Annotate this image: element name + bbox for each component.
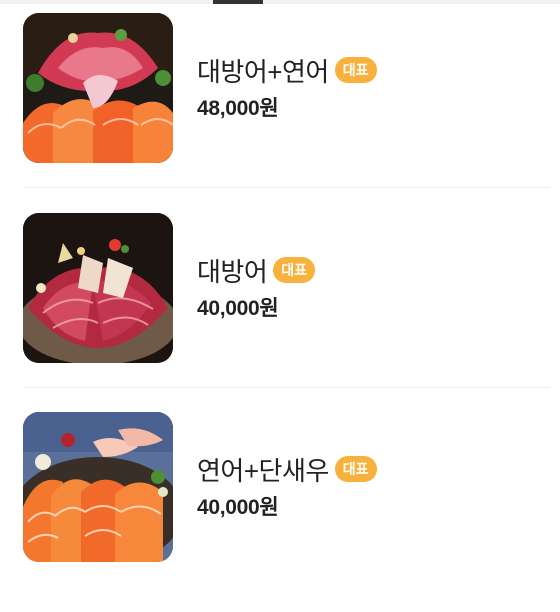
menu-item[interactable]: 연어+단새우 대표 40,000원 xyxy=(0,412,560,612)
menu-item-info: 대방어+연어 대표 48,000원 xyxy=(197,54,377,122)
menu-item-name-row: 연어+단새우 대표 xyxy=(197,453,377,486)
menu-item-info: 대방어 대표 40,000원 xyxy=(197,254,316,322)
menu-item-price: 40,000원 xyxy=(197,496,279,519)
menu-item-photo xyxy=(23,412,173,562)
signature-badge: 대표 xyxy=(334,456,377,482)
menu-divider xyxy=(23,187,550,188)
menu-item[interactable]: 대방어 대표 40,000원 xyxy=(0,213,560,413)
menu-item-name: 대방어 xyxy=(197,256,268,287)
menu-item-price: 40,000원 xyxy=(197,297,279,320)
signature-badge: 대표 xyxy=(273,257,316,283)
menu-item-price: 48,000원 xyxy=(197,97,279,120)
menu-divider xyxy=(23,387,550,388)
menu-item-info: 연어+단새우 대표 40,000원 xyxy=(197,453,377,521)
tab-bar-rule xyxy=(0,0,560,4)
menu-item-name-row: 대방어 대표 xyxy=(197,254,316,287)
menu-item-name-row: 대방어+연어 대표 xyxy=(197,54,377,87)
menu-item[interactable]: 대방어+연어 대표 48,000원 xyxy=(0,13,560,213)
tab-active-indicator xyxy=(213,0,263,4)
signature-badge: 대표 xyxy=(334,57,377,83)
menu-item-photo xyxy=(23,213,173,363)
menu-item-photo xyxy=(23,13,173,163)
menu-item-name: 대방어+연어 xyxy=(197,56,329,87)
menu-item-name: 연어+단새우 xyxy=(197,455,329,486)
